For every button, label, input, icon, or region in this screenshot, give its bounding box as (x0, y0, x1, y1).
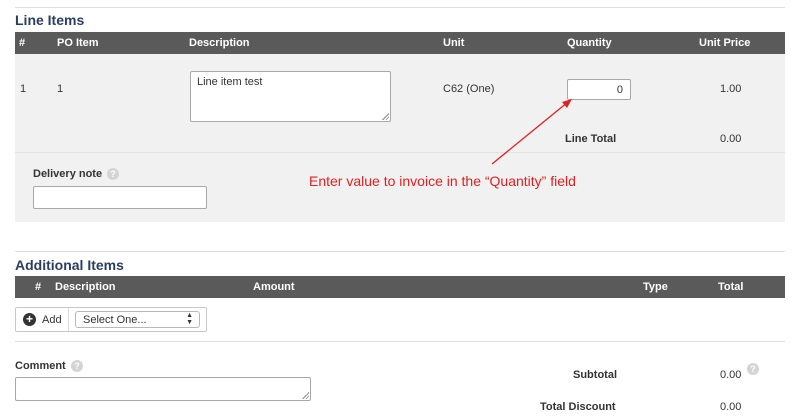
item-type-select[interactable]: Select One... ▲ ▼ (75, 311, 200, 328)
col-number: # (19, 37, 26, 49)
col-po-item: PO Item (57, 37, 99, 49)
delivery-note-input[interactable] (33, 186, 207, 209)
subtotal-value: 0.00 (720, 369, 742, 381)
row-unit-price: 1.00 (720, 83, 742, 95)
plus-circle-icon: + (23, 313, 36, 326)
question-circle-icon[interactable]: ? (747, 363, 759, 375)
col-quantity: Quantity (567, 37, 612, 49)
up-down-arrows-icon: ▲ ▼ (186, 312, 193, 326)
question-circle-icon[interactable]: ? (71, 360, 83, 372)
line-items-title: Line Items (15, 12, 85, 28)
comment-textarea[interactable] (15, 377, 311, 401)
add-item-group: + Add Select One... ▲ ▼ (15, 307, 207, 332)
resize-grip-icon[interactable] (382, 113, 389, 120)
quantity-value: 0 (616, 84, 623, 96)
annotation-arrow-icon (491, 99, 572, 165)
total-discount-value: 0.00 (720, 401, 742, 413)
col-amount: Amount (253, 281, 295, 293)
item-type-select-value: Select One... (83, 314, 147, 326)
section-divider (15, 7, 785, 8)
line-total-value: 0.00 (720, 133, 742, 145)
col-number: # (35, 281, 42, 293)
col-unit: Unit (443, 37, 465, 49)
subtotal-label: Subtotal (573, 369, 617, 381)
col-description: Description (189, 37, 250, 49)
col-description: Description (55, 281, 116, 293)
col-total: Total (718, 281, 744, 293)
question-circle-icon[interactable]: ? (107, 168, 119, 180)
section-divider (15, 251, 785, 252)
description-textarea[interactable]: Line item test (190, 71, 391, 122)
add-item-button[interactable]: + Add (16, 308, 69, 331)
comment-label: Comment (15, 360, 66, 372)
add-item-label: Add (42, 314, 62, 326)
row-po-item: 1 (57, 83, 64, 95)
col-unit-price: Unit Price (699, 37, 751, 49)
line-items-header: # PO Item Description Unit Quantity Unit… (15, 32, 785, 54)
delivery-note-label: Delivery note (33, 168, 103, 180)
total-discount-label: Total Discount (540, 401, 616, 413)
additional-items-title: Additional Items (15, 257, 124, 273)
col-type: Type (643, 281, 668, 293)
additional-items-header: # Description Amount Type Total (15, 276, 785, 298)
section-divider (15, 341, 785, 342)
description-value: Line item test (197, 76, 263, 88)
resize-grip-icon[interactable] (302, 392, 309, 399)
row-divider (15, 152, 785, 153)
annotation-text: Enter value to invoice in the “Quantity”… (309, 173, 576, 189)
row-number: 1 (20, 83, 27, 95)
